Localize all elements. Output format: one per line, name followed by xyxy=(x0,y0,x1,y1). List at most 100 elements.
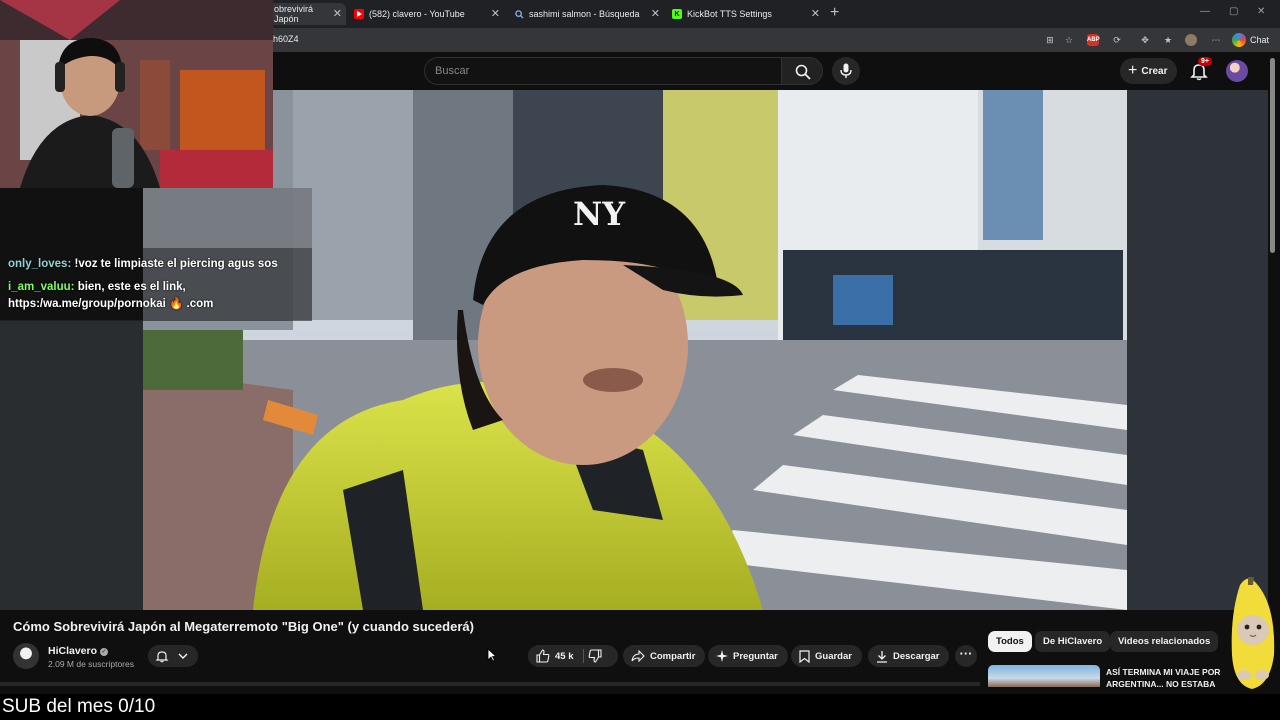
download-label: Descargar xyxy=(893,650,940,662)
tab-close-icon[interactable]: ✕ xyxy=(811,7,820,20)
share-button[interactable]: Compartir xyxy=(623,645,706,667)
create-label: Crear xyxy=(1141,65,1168,77)
tab-label: sashimi salmon - Búsqueda xyxy=(529,9,640,19)
new-tab-button[interactable]: + xyxy=(830,4,839,22)
more-actions-button[interactable]: ··· xyxy=(955,645,977,667)
copilot-chat-button[interactable]: Chat xyxy=(1232,33,1269,47)
bookmark-icon xyxy=(799,649,810,663)
channel-avatar[interactable] xyxy=(13,643,39,669)
mouse-cursor-icon xyxy=(487,648,497,662)
menu-dots-icon[interactable]: ⋯ xyxy=(1210,34,1222,46)
tab-label: obrevivirá Japón xyxy=(274,4,314,24)
tab-kickbot-settings[interactable]: K KickBot TTS Settings ✕ xyxy=(666,3,824,25)
sparkle-icon xyxy=(716,650,728,662)
search-button[interactable] xyxy=(781,57,823,85)
share-label: Compartir xyxy=(650,650,696,662)
page-right-area xyxy=(1127,90,1268,610)
tab-label: KickBot TTS Settings xyxy=(687,9,772,19)
chat-text: !voz te limpiaste el piercing agus sos xyxy=(74,258,278,270)
refresh-extension-icon[interactable]: ⟳ xyxy=(1111,34,1123,46)
plus-icon: + xyxy=(1128,62,1138,79)
ask-button[interactable]: Preguntar xyxy=(708,645,788,667)
thumbs-up-icon xyxy=(536,649,550,663)
adblock-extension-icon[interactable]: ABP xyxy=(1087,34,1100,46)
search-favicon-icon xyxy=(514,9,524,19)
tab-close-icon[interactable]: ✕ xyxy=(333,7,342,20)
ask-label: Preguntar xyxy=(733,650,778,662)
search-icon xyxy=(795,64,811,80)
url-text[interactable]: h60Z4 xyxy=(273,34,299,44)
dislike-button[interactable] xyxy=(588,649,602,668)
chat-message: i_am_valuu: bien, este es el link, xyxy=(8,279,186,296)
minimize-icon[interactable]: — xyxy=(1200,6,1210,17)
chat-overlay-backdrop xyxy=(143,188,312,248)
page-divider xyxy=(0,682,980,686)
save-label: Guardar xyxy=(815,650,852,662)
save-button[interactable]: Guardar xyxy=(791,645,862,667)
sub-goal-text: SUB del mes 0/10 xyxy=(2,696,156,717)
chat-username: i_am_valuu: xyxy=(8,281,75,293)
chip-related-videos[interactable]: Videos relacionados xyxy=(1110,631,1219,652)
account-avatar[interactable] xyxy=(1226,60,1248,82)
notification-count-badge: 9+ xyxy=(1198,57,1212,66)
search-placeholder: Buscar xyxy=(435,65,470,77)
tab-label: (582) clavero - YouTube xyxy=(369,9,465,19)
like-divider xyxy=(583,649,584,663)
favorites-icon[interactable]: ★ xyxy=(1162,34,1174,46)
chat-username: only_loves: xyxy=(8,258,72,270)
app-install-icon[interactable]: ⊞ xyxy=(1044,34,1056,46)
share-arrow-icon xyxy=(631,650,645,662)
verified-badge-icon: ✓ xyxy=(100,648,109,656)
stream-sub-goal-banner: SUB del mes 0/10 xyxy=(0,694,1280,720)
bookmark-star-icon[interactable]: ☆ xyxy=(1063,34,1075,46)
subscription-notification-button[interactable] xyxy=(148,645,198,667)
tab-search-sashimi[interactable]: sashimi salmon - Búsqueda ✕ xyxy=(508,3,664,25)
subscriber-count: 2.09 M de suscriptores xyxy=(48,659,134,669)
youtube-favicon-icon xyxy=(354,9,364,19)
chat-label: Chat xyxy=(1250,35,1270,45)
voice-search-button[interactable] xyxy=(832,57,860,85)
video-frame: NY xyxy=(143,90,1127,610)
extensions-puzzle-icon[interactable]: ✥ xyxy=(1139,34,1151,46)
video-player[interactable]: NY xyxy=(143,90,1127,610)
recommended-video-title[interactable]: ASÍ TERMINA MI VIAJE POR ARGENTINA... NO… xyxy=(1106,666,1236,690)
like-dislike-group: 45 k xyxy=(528,645,618,667)
chat-message: only_loves: !voz te limpiaste el piercin… xyxy=(8,256,278,273)
thumbs-down-icon xyxy=(588,649,602,663)
tab-youtube-clavero[interactable]: (582) clavero - YouTube ✕ xyxy=(348,3,504,25)
video-title: Cómo Sobrevivirá Japón al Megaterremoto … xyxy=(13,619,474,634)
banana-cat-sticker xyxy=(1231,577,1275,689)
like-button[interactable]: 45 k xyxy=(528,645,583,667)
webcam-image xyxy=(0,0,273,188)
create-button[interactable]: + Crear xyxy=(1120,58,1178,84)
stream-chat-overlay: only_loves: !voz te limpiaste el piercin… xyxy=(0,188,312,321)
tab-close-icon[interactable]: ✕ xyxy=(651,7,660,20)
screen: { "tabs": [ {"label": "obrevivirá Japón"… xyxy=(0,0,1280,720)
page-scrollbar[interactable] xyxy=(1270,58,1275,253)
tab-close-icon[interactable]: ✕ xyxy=(491,7,500,20)
close-window-icon[interactable]: ✕ xyxy=(1257,6,1265,17)
channel-name-text: HiClavero xyxy=(48,645,98,657)
microphone-icon xyxy=(840,63,852,78)
channel-name[interactable]: HiClavero ✓ xyxy=(48,645,109,657)
chip-from-channel[interactable]: De HiClavero xyxy=(1035,631,1111,652)
search-input[interactable]: Buscar xyxy=(424,57,782,85)
download-icon xyxy=(877,650,887,663)
svg-text:NY: NY xyxy=(573,195,626,233)
chevron-down-icon xyxy=(178,653,188,659)
copilot-icon xyxy=(1232,33,1246,47)
profile-avatar-icon[interactable] xyxy=(1185,34,1197,46)
chat-text: https:/wa.me/group/pornokai 🔥 .com xyxy=(8,298,214,310)
recommended-video-thumbnail[interactable] xyxy=(988,665,1100,687)
chat-message: https:/wa.me/group/pornokai 🔥 .com xyxy=(8,296,213,313)
chat-text: bien, este es el link, xyxy=(77,281,186,293)
tab-current-video[interactable]: obrevivirá Japón ✕ xyxy=(268,3,346,25)
page-left-area xyxy=(0,320,143,610)
chip-all[interactable]: Todos xyxy=(988,631,1032,652)
download-button[interactable]: Descargar xyxy=(868,645,950,667)
like-count: 45 k xyxy=(555,650,574,662)
streamer-webcam xyxy=(0,0,273,188)
kick-favicon-icon: K xyxy=(672,9,682,19)
restore-icon[interactable]: ▢ xyxy=(1229,6,1238,17)
bell-icon xyxy=(155,651,169,663)
